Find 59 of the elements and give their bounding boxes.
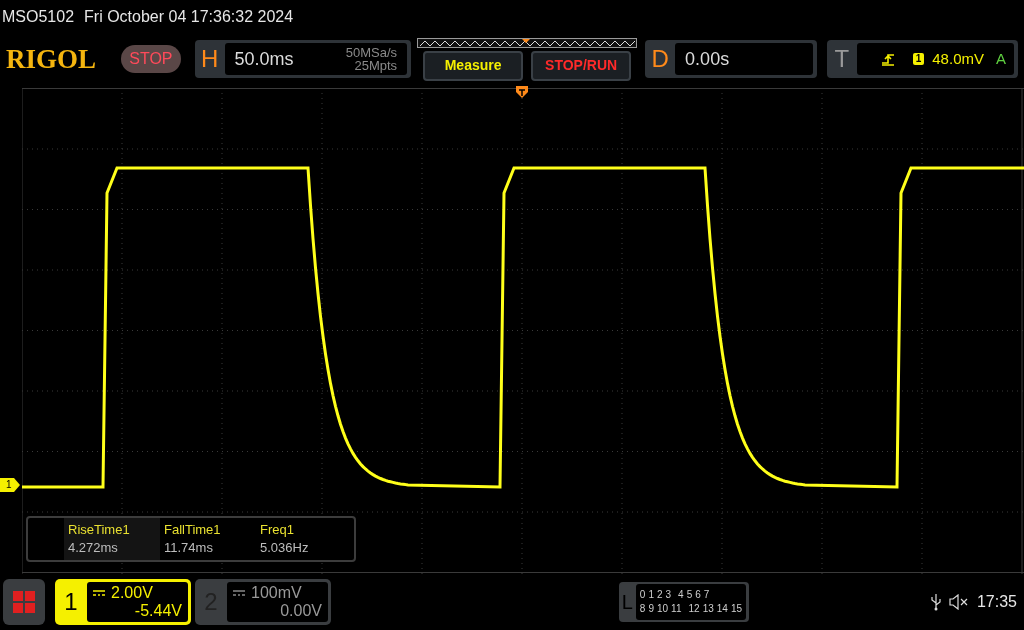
logic-channel-number: 7 [703, 588, 710, 602]
date-time: Fri October 04 17:36:32 2024 [84, 7, 294, 27]
channel-panel[interactable]: 1 2.00V -5.44V [55, 579, 191, 625]
channel-offset: -5.44V [133, 602, 182, 620]
logic-panel[interactable]: L 0 1 2 3 4 5 6 7 8 9 10 11 12 13 14 15 [619, 582, 749, 622]
logic-channel-number: 15 [730, 602, 742, 616]
channel-number: 1 [63, 587, 79, 617]
logic-channel-number: 12 [688, 602, 700, 616]
memory-depth: 25Mpts [354, 59, 398, 72]
dc-coupling-icon [233, 590, 245, 596]
brand-logo: RIGOL [6, 42, 98, 76]
delay-key: D [645, 41, 676, 77]
measurement-value: 11.74ms [164, 539, 214, 557]
measurement-value: 5.036Hz [260, 539, 310, 557]
stop-run-button[interactable]: STOP/RUN [531, 50, 632, 81]
delay-panel[interactable]: D 0.00s [645, 40, 817, 78]
logic-channel-number: 2 [657, 588, 663, 602]
menu-button[interactable] [3, 579, 45, 625]
logic-channel-number: 13 [702, 602, 714, 616]
logic-channel-number: 10 [657, 602, 669, 616]
logic-channel-number: 4 [678, 588, 684, 602]
measure-button[interactable]: Measure [423, 50, 524, 81]
measurement-name: Freq1 [260, 521, 295, 539]
measurement-name: RiseTime1 [68, 521, 131, 539]
logic-channel-number: 3 [665, 588, 672, 602]
trigger-mode: A [996, 48, 1006, 69]
run-status: STOP [121, 45, 181, 73]
logic-channel-number: 8 [639, 602, 646, 616]
muted-speaker-icon [948, 594, 969, 610]
logic-channel-number: 6 [695, 588, 701, 602]
sample-rate: 50MSa/s [345, 46, 398, 59]
dc-coupling-icon [93, 590, 105, 596]
logic-channel-number: 9 [648, 602, 654, 616]
trigger-source: 1 [912, 53, 925, 65]
usb-icon [930, 593, 941, 611]
measurement-value: 4.272ms [68, 539, 119, 557]
logic-channel-number: 14 [716, 602, 728, 616]
clock-time: 17:35 [976, 592, 1017, 612]
logic-key: L [619, 587, 636, 617]
waveform-overview-icon [417, 37, 638, 48]
delay-value: 0.00s [685, 47, 730, 71]
channel-marker: 1 [0, 478, 20, 492]
logic-channel-number: 1 [648, 588, 654, 602]
horizontal-key: H [194, 41, 225, 77]
logic-channel-number: 11 [671, 602, 682, 616]
trigger-key: T [826, 41, 857, 77]
channel-scale: 2.00V [111, 584, 153, 602]
horizontal-panel[interactable]: H 50.0ms 50MSa/s 25Mpts [194, 40, 412, 78]
grid-icon [13, 591, 35, 613]
model-name: MSO5102 [2, 7, 75, 27]
rising-edge-icon [880, 52, 895, 66]
logic-channel-number: 5 [686, 588, 693, 602]
logic-channel-number: 0 [639, 588, 646, 602]
channel-offset: 0.00V [279, 602, 322, 620]
measurement-name: FallTime1 [164, 521, 222, 539]
trigger-level: 48.0mV [932, 48, 984, 69]
trigger-panel[interactable]: T 1 48.0mV A [826, 40, 1018, 78]
channel-scale: 100mV [251, 584, 302, 602]
timebase-value: 50.0ms [234, 47, 294, 71]
